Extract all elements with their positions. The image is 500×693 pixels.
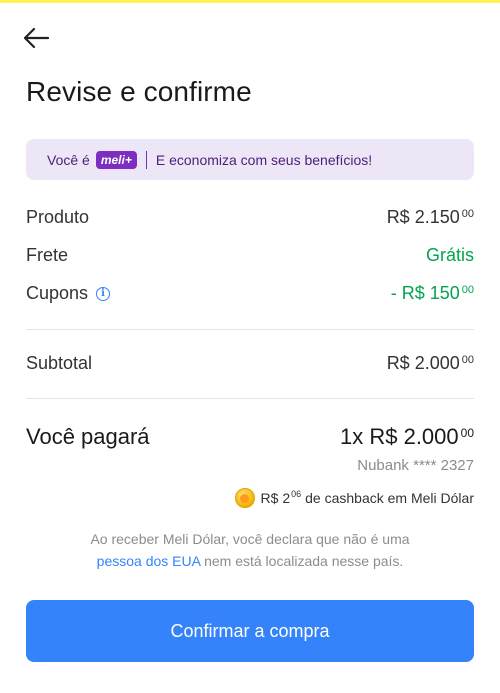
coupons-label: Cupons — [26, 283, 89, 303]
banner-prefix: Você é — [47, 151, 90, 168]
subtotal-price: R$ 2.000 00 — [387, 353, 474, 374]
product-price-cents: 00 — [461, 208, 474, 220]
shipping-value: Grátis — [425, 245, 474, 265]
meli-plus-badge: meli+ — [95, 150, 137, 169]
coupons-price-cents: 00 — [461, 284, 474, 296]
shipping-row: Frete Grátis — [26, 245, 474, 266]
coupons-label-group: Cupons i — [26, 283, 111, 304]
meli-plus-banner: Você é meli+ E economiza com seus benefí… — [26, 139, 474, 180]
disclaimer-before: Ao receber Meli Dólar, você declara que … — [90, 531, 410, 547]
banner-divider — [145, 150, 147, 169]
coupons-price: - R$ 150 00 — [391, 283, 474, 304]
cashback-amount: R$ 2 — [260, 490, 291, 506]
banner-text: E economiza com seus benefícios! — [155, 151, 373, 168]
meli-dolar-disclaimer: Ao receber Meli Dólar, você declara que … — [26, 528, 474, 572]
divider — [26, 329, 474, 330]
payment-total-cents: 00 — [460, 426, 474, 440]
back-button[interactable] — [18, 22, 54, 54]
cashback-cents: 06 — [291, 489, 302, 499]
checkout-review-screen: Revise e confirme Você é meli+ E economi… — [0, 0, 500, 693]
payment-total-value: 1x R$ 2.000 — [340, 424, 459, 449]
arrow-left-icon — [23, 27, 50, 49]
subtotal-label: Subtotal — [26, 353, 93, 373]
product-price-value: R$ 2.150 — [386, 207, 460, 227]
cashback-info: R$ 2 06 de cashback em Meli Dólar — [234, 488, 474, 508]
coupons-row: Cupons i - R$ 150 00 — [26, 283, 474, 304]
subtotal-row: Subtotal R$ 2.000 00 — [26, 353, 474, 374]
payment-label: Você pagará — [26, 424, 150, 449]
payment-total: 1x R$ 2.000 00 — [340, 424, 474, 450]
page-title: Revise e confirme — [26, 76, 252, 107]
payment-row: Você pagará 1x R$ 2.000 00 — [26, 424, 474, 450]
us-person-link[interactable]: pessoa dos EUA — [97, 553, 201, 569]
info-icon[interactable]: i — [96, 286, 111, 301]
product-price: R$ 2.150 00 — [387, 207, 474, 228]
confirm-purchase-button[interactable]: Confirmar a compra — [26, 600, 474, 662]
disclaimer-after: nem está localizada nesse país. — [204, 553, 404, 569]
product-row: Produto R$ 2.150 00 — [26, 207, 474, 228]
cashback-text: de cashback em Meli Dólar — [305, 490, 474, 506]
payment-card: Nubank **** 2327 — [357, 457, 474, 474]
subtotal-price-cents: 00 — [461, 354, 474, 366]
shipping-label: Frete — [26, 245, 69, 265]
subtotal-price-value: R$ 2.000 — [386, 353, 460, 373]
coupons-price-value: - R$ 150 — [390, 283, 460, 303]
coin-icon — [234, 488, 255, 508]
divider — [26, 398, 474, 399]
top-accent-strip — [0, 0, 500, 3]
product-label: Produto — [26, 207, 90, 227]
